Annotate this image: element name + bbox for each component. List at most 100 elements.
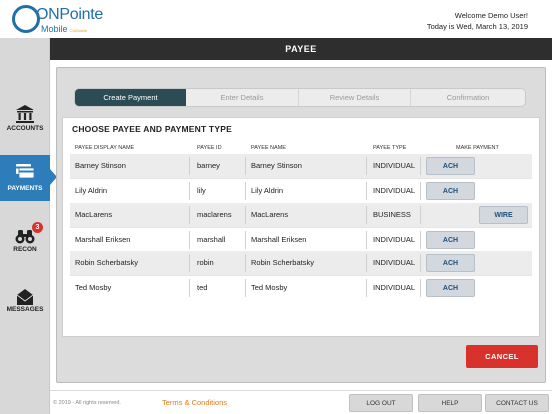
step-review-details: Review Details [298, 89, 410, 106]
cell-payee-name: Marshall Eriksen [251, 235, 307, 244]
cell-payee-type: INDIVIDUAL [373, 235, 416, 244]
sidebar-item-accounts[interactable]: ACCOUNTS [0, 100, 50, 146]
table-row: Robin Scherbatsky robin Robin Scherbatsk… [70, 251, 532, 275]
ach-button[interactable]: ACH [426, 182, 475, 200]
page-title: PAYEE [285, 44, 317, 54]
column-divider [189, 157, 190, 175]
page-title-bar: PAYEE [50, 38, 552, 60]
column-divider [245, 157, 246, 175]
step-confirmation: Confirmation [410, 89, 525, 106]
cancel-button[interactable]: CANCEL [466, 345, 538, 368]
logo-tag: CUMobile [69, 28, 88, 33]
cell-display-name: Barney Stinson [75, 161, 126, 170]
column-divider [366, 182, 367, 200]
column-divider [245, 254, 246, 272]
column-divider [420, 279, 421, 297]
cell-payee-type: BUSINESS [373, 210, 411, 219]
cell-payee-id: ted [197, 283, 208, 292]
date-text: Today is Wed, March 13, 2019 [426, 22, 528, 31]
cell-payee-id: marshall [197, 235, 226, 244]
welcome-text: Welcome Demo User! [454, 11, 528, 20]
sidebar-label-messages: MESSAGES [6, 306, 44, 313]
step-create-payment: Create Payment [75, 89, 186, 106]
table-row: Ted Mosby ted Ted Mosby INDIVIDUAL ACH [70, 275, 532, 299]
app-root: ONPointe Mobile CUMobile Welcome Demo Use… [0, 0, 552, 414]
sidebar-item-messages[interactable]: MESSAGES [0, 285, 50, 331]
step-enter-details: Enter Details [220, 93, 264, 102]
progress-steps: Create Payment Enter Details Review Deta… [74, 88, 526, 107]
column-divider [420, 206, 421, 224]
cell-payee-id: barney [197, 161, 220, 170]
sidebar-label-accounts: ACCOUNTS [6, 125, 44, 132]
column-divider [420, 182, 421, 200]
column-divider [366, 231, 367, 249]
column-divider [189, 231, 190, 249]
table-row: Marshall Eriksen marshall Marshall Eriks… [70, 227, 532, 251]
cell-display-name: Robin Scherbatsky [75, 258, 138, 267]
column-divider [189, 206, 190, 224]
cell-payee-name: Ted Mosby [251, 283, 288, 292]
payments-icon [16, 164, 35, 179]
col-header-make-payment: MAKE PAYMENT [456, 145, 499, 151]
footer: © 2019 - All rights reserved. Terms & Co… [50, 390, 552, 414]
cell-payee-id: robin [197, 258, 214, 267]
column-divider [189, 279, 190, 297]
logo-brand-on: ON [36, 6, 60, 23]
column-divider [420, 254, 421, 272]
column-divider [189, 254, 190, 272]
ach-button[interactable]: ACH [426, 279, 475, 297]
logo-sub-mobile: Mobile [41, 24, 68, 34]
column-divider [366, 279, 367, 297]
ach-button[interactable]: ACH [426, 157, 475, 175]
cell-payee-type: INDIVIDUAL [373, 258, 416, 267]
column-divider [245, 206, 246, 224]
bank-icon [16, 105, 34, 123]
column-divider [245, 231, 246, 249]
onpointe-logo: ONPointe Mobile CUMobile [12, 5, 103, 35]
cell-payee-type: INDIVIDUAL [373, 283, 416, 292]
column-divider [189, 182, 190, 200]
cell-payee-name: Barney Stinson [251, 161, 302, 170]
column-divider [420, 157, 421, 175]
col-header-display-name: PAYEE DISPLAY NAME [75, 145, 135, 151]
welcome-block: Welcome Demo User! Today is Wed, March 1… [427, 10, 528, 32]
sidebar-item-payments[interactable]: PAYMENTS [0, 155, 50, 201]
payee-card: CHOOSE PAYEE AND PAYMENT TYPE PAYEE DISP… [62, 117, 540, 337]
cell-payee-name: MacLarens [251, 210, 289, 219]
cell-display-name: Marshall Eriksen [75, 235, 131, 244]
table-row: MacLarens maclarens MacLarens BUSINESS W… [70, 203, 532, 227]
terms-link[interactable]: Terms & Conditions [162, 391, 227, 414]
cell-payee-name: Robin Scherbatsky [251, 258, 314, 267]
wire-button[interactable]: WIRE [479, 206, 528, 224]
cell-payee-type: INDIVIDUAL [373, 186, 416, 195]
cell-display-name: Ted Mosby [75, 283, 112, 292]
col-header-payee-type: PAYEE TYPE [373, 145, 407, 151]
cell-payee-id: lily [197, 186, 206, 195]
cell-display-name: Lily Aldrin [75, 186, 108, 195]
col-header-payee-name: PAYEE NAME [251, 145, 286, 151]
table-row: Lily Aldrin lily Lily Aldrin INDIVIDUAL … [70, 178, 532, 202]
sidebar-label-recon: RECON [13, 246, 37, 253]
table-row: Barney Stinson barney Barney Stinson IND… [70, 154, 532, 178]
column-divider [245, 279, 246, 297]
cell-payee-type: INDIVIDUAL [373, 161, 416, 170]
help-button[interactable]: HELP [418, 394, 482, 412]
ach-button[interactable]: ACH [426, 231, 475, 249]
cell-payee-name: Lily Aldrin [251, 186, 284, 195]
cell-payee-id: maclarens [197, 210, 232, 219]
cell-display-name: MacLarens [75, 210, 113, 219]
column-divider [366, 254, 367, 272]
logo-brand-pointe: Pointe [59, 6, 103, 23]
recon-count-badge: 3 [32, 222, 43, 233]
copyright-text: © 2019 - All rights reserved. [53, 400, 121, 406]
col-header-payee-id: PAYEE ID [197, 145, 222, 151]
top-header: ONPointe Mobile CUMobile Welcome Demo Use… [0, 0, 552, 38]
logout-button[interactable]: LOG OUT [349, 394, 413, 412]
column-divider [366, 206, 367, 224]
card-title: CHOOSE PAYEE AND PAYMENT TYPE [72, 124, 232, 134]
column-divider [245, 182, 246, 200]
sidebar-label-payments: PAYMENTS [7, 185, 43, 192]
ach-button[interactable]: ACH [426, 254, 475, 272]
column-divider [366, 157, 367, 175]
contact-us-button[interactable]: CONTACT US [485, 394, 549, 412]
